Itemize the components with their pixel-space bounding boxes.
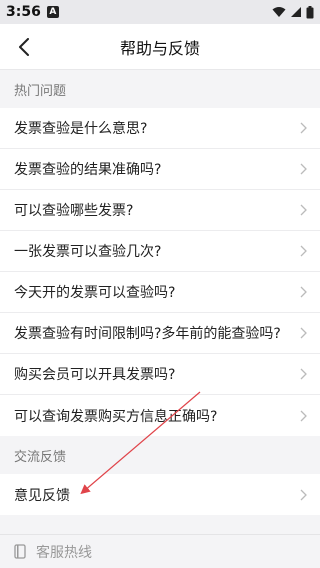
system-indicators — [272, 5, 314, 19]
list-item-label: 发票查验有时间限制吗?多年前的能查验吗? — [14, 326, 281, 342]
chevron-right-icon — [298, 326, 308, 340]
chevron-right-icon — [298, 285, 308, 299]
list-item-label: 可以查验哪些发票? — [14, 203, 134, 219]
status-time: 3:56 — [6, 4, 41, 20]
feedback-item[interactable]: 意见反馈 — [0, 474, 320, 515]
list-item[interactable]: 一张发票可以查验几次? — [0, 231, 320, 272]
chevron-right-icon — [298, 244, 308, 258]
chevron-right-icon — [298, 488, 308, 502]
list-item[interactable]: 发票查验的结果准确吗? — [0, 149, 320, 190]
chevron-right-icon — [298, 162, 308, 176]
status-bar: 3:56 A — [0, 0, 320, 24]
list-item-label: 今天开的发票可以查验吗? — [14, 285, 176, 301]
chevron-right-icon — [298, 203, 308, 217]
chevron-right-icon — [298, 409, 308, 423]
signal-icon — [291, 7, 301, 17]
navigation-bar: 帮助与反馈 — [0, 24, 320, 70]
chevron-right-icon — [298, 367, 308, 381]
page-title: 帮助与反馈 — [119, 38, 200, 58]
chevron-right-icon — [298, 121, 308, 135]
list-item[interactable]: 购买会员可以开具发票吗? — [0, 354, 320, 395]
hot-questions-list: 发票查验是什么意思? 发票查验的结果准确吗? 可以查验哪些发票? 一张发票可以查… — [0, 108, 320, 436]
wifi-icon — [272, 7, 286, 17]
list-item-label: 意见反馈 — [14, 487, 70, 504]
list-item-label: 可以查询发票购买方信息正确吗? — [14, 408, 218, 425]
list-item-label: 发票查验是什么意思? — [14, 121, 148, 137]
back-arrow-icon — [19, 37, 29, 56]
back-button[interactable] — [10, 24, 38, 69]
hotline-label: 客服热线 — [36, 544, 92, 561]
feedback-list: 意见反馈 — [0, 474, 320, 515]
list-item-label: 发票查验的结果准确吗? — [14, 162, 162, 178]
list-item-label: 购买会员可以开具发票吗? — [14, 367, 176, 383]
list-item[interactable]: 可以查询发票购买方信息正确吗? — [0, 395, 320, 436]
list-item[interactable]: 可以查验哪些发票? — [0, 190, 320, 231]
list-item-label: 一张发票可以查验几次? — [14, 244, 162, 260]
customer-service-hotline[interactable]: 客服热线 — [0, 534, 320, 568]
battery-icon — [306, 5, 314, 18]
list-item[interactable]: 今天开的发票可以查验吗? — [0, 272, 320, 313]
section-header-feedback: 交流反馈 — [0, 436, 320, 474]
list-item[interactable]: 发票查验是什么意思? — [0, 108, 320, 149]
section-header-hot: 热门问题 — [0, 70, 320, 108]
list-item[interactable]: 发票查验有时间限制吗?多年前的能查验吗? — [0, 313, 320, 354]
notification-a-icon: A — [46, 6, 59, 18]
phone-book-icon — [14, 544, 28, 560]
